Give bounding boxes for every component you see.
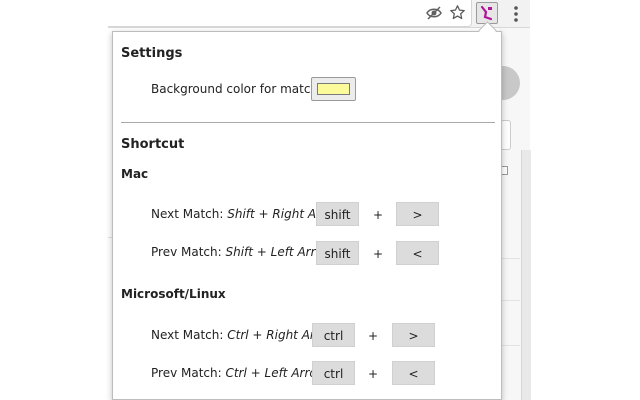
shortcut-heading: Shortcut <box>121 137 185 152</box>
mac-prev-arrow-key[interactable]: < <box>396 241 439 265</box>
linux-next-prefix: Next Match: <box>151 328 228 342</box>
mac-next-modifier-key[interactable]: shift <box>316 202 359 226</box>
browser-window: Settings Background color for matches Sh… <box>0 0 640 400</box>
page-divider <box>500 258 520 259</box>
linux-next-arrow-key[interactable]: > <box>392 323 435 347</box>
mac-next-plus: + <box>373 208 384 222</box>
settings-heading: Settings <box>121 46 183 61</box>
linux-prev-arrow-key[interactable]: < <box>392 361 435 385</box>
mac-next-arrow-key[interactable]: > <box>396 202 439 226</box>
mac-next-prefix: Next Match: <box>151 207 228 221</box>
linux-prev-prefix: Prev Match: <box>151 366 226 380</box>
mac-next-match-label: Next Match: Shift + Right Arrow <box>151 207 343 221</box>
background-color-label: Background color for matches <box>151 82 332 96</box>
color-swatch-fill <box>317 83 350 95</box>
mac-heading: Mac <box>121 167 149 181</box>
mac-prev-modifier-key[interactable]: shift <box>316 241 359 265</box>
linux-prev-modifier-key[interactable]: ctrl <box>312 361 355 385</box>
mac-prev-plus: + <box>373 247 384 261</box>
linux-prev-plus: + <box>368 367 379 381</box>
linux-next-plus: + <box>368 329 379 343</box>
page-scrollbar[interactable] <box>521 150 531 400</box>
menu-icon[interactable] <box>511 5 521 23</box>
eye-icon[interactable] <box>426 6 442 20</box>
settings-popup: Settings Background color for matches Sh… <box>112 31 502 400</box>
linux-prev-match-label: Prev Match: Ctrl + Left Arrow <box>151 366 327 380</box>
section-divider <box>121 122 495 123</box>
mac-prev-prefix: Prev Match: <box>151 245 226 259</box>
background-color-picker[interactable] <box>311 77 356 101</box>
star-icon[interactable] <box>449 4 466 21</box>
address-bar[interactable] <box>108 0 472 27</box>
page-divider <box>500 300 520 301</box>
linux-next-modifier-key[interactable]: ctrl <box>312 323 355 347</box>
linux-next-match-label: Next Match: Ctrl + Right Arrow <box>151 328 337 342</box>
linux-heading: Microsoft/Linux <box>121 287 226 301</box>
page-divider <box>500 345 520 346</box>
mac-prev-match-label: Prev Match: Shift + Left Arrow <box>151 245 333 259</box>
